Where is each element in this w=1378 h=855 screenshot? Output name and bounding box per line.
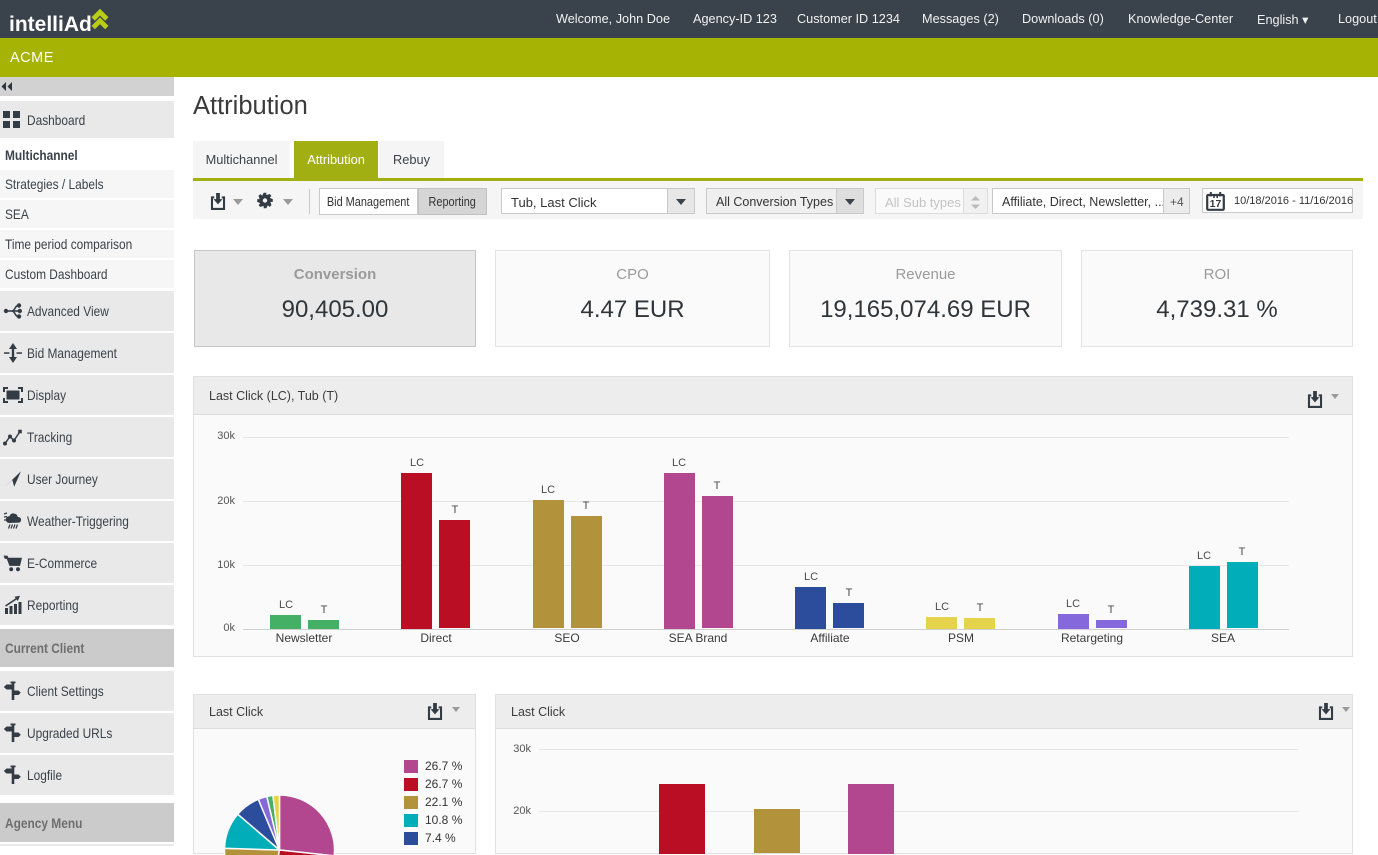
svg-text:17: 17 [1210,198,1222,210]
